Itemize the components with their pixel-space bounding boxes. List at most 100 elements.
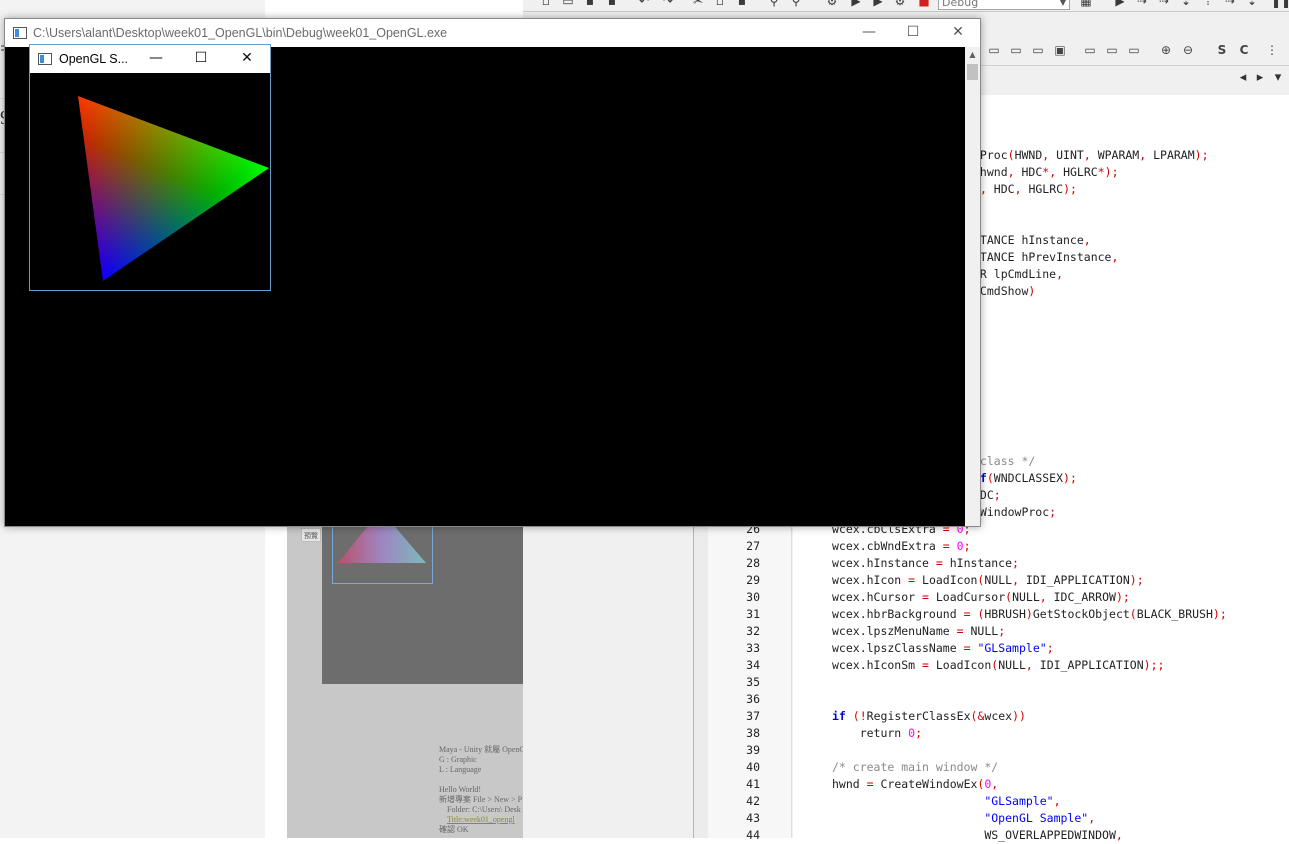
- opengl-title: OpenGL S...: [59, 52, 129, 66]
- code-line: if (!RegisterClassEx(&wcex)): [832, 709, 1026, 723]
- tab-scroll-right-icon[interactable]: ▸: [1251, 66, 1269, 90]
- cut-icon[interactable]: ✂: [691, 0, 705, 8]
- redo-icon[interactable]: ↷: [661, 0, 675, 8]
- doc-line: Hello World!: [439, 785, 482, 794]
- symbol-s-icon[interactable]: S: [1214, 42, 1230, 58]
- opengl-maximize-button[interactable]: ☐: [178, 45, 224, 73]
- console-app-icon: [13, 27, 27, 39]
- ide-toolbar-second: ▭ ▭ ▭ ▣ ▭ ▭ ▭ ⊕ ⊖ S C ⋮: [964, 38, 1289, 63]
- doc-line: L : Language: [439, 765, 482, 774]
- code-line-partial: ), HDC, HGLRC);: [973, 182, 1077, 196]
- code-line: WS_OVERLAPPEDWINDOW,: [832, 828, 1123, 842]
- line-number: 42: [746, 794, 760, 808]
- doc-line: [439, 775, 527, 785]
- console-maximize-button[interactable]: ☐: [890, 19, 936, 47]
- code-line: /* create main window */: [832, 760, 999, 774]
- zoom-in-icon[interactable]: ⊕: [1158, 42, 1174, 58]
- stream-comment-icon[interactable]: ▣: [1052, 42, 1068, 58]
- open-folder-icon[interactable]: ▭: [561, 0, 575, 8]
- code-line: wcex.lpszClassName = "GLSample";: [832, 641, 1054, 655]
- line-number: 30: [746, 590, 760, 604]
- box-comment-icon[interactable]: ▭: [1126, 42, 1142, 58]
- uncomment-block-icon[interactable]: ▭: [1008, 42, 1024, 58]
- scroll-thumb[interactable]: [967, 64, 978, 80]
- box-comment-icon[interactable]: ▭: [1104, 42, 1120, 58]
- opengl-canvas[interactable]: [30, 73, 270, 290]
- next-line-icon[interactable]: ⇢: [1157, 0, 1171, 8]
- line-number: 44: [746, 828, 760, 842]
- abort-icon[interactable]: ■: [917, 0, 931, 8]
- save-all-icon[interactable]: ▪: [605, 0, 619, 8]
- opengl-app-icon: [38, 53, 52, 65]
- replace-icon[interactable]: ⚲: [789, 0, 803, 8]
- more-icon[interactable]: ⋮: [1264, 42, 1280, 58]
- build-target-select[interactable]: Debug ▼: [938, 0, 1070, 10]
- opengl-close-button[interactable]: ✕: [224, 45, 270, 73]
- target-dialog-icon[interactable]: ▦: [1079, 0, 1093, 8]
- paste-icon[interactable]: ▪: [735, 0, 749, 8]
- code-line: wcex.hCursor = LoadCursor(NULL, IDC_ARRO…: [832, 590, 1130, 604]
- scroll-up-icon[interactable]: ▲: [965, 47, 980, 63]
- preview-button[interactable]: 預覽: [301, 528, 321, 542]
- next-instruction-icon[interactable]: ⇢: [1223, 0, 1237, 8]
- console-title: C:\Users\alant\Desktop\week01_OpenGL\bin…: [33, 26, 448, 40]
- debug-run-icon[interactable]: ▶: [1113, 0, 1127, 8]
- opengl-minimize-button[interactable]: —: [133, 45, 179, 73]
- line-number: 40: [746, 760, 760, 774]
- code-line: "GLSample",: [984, 794, 1061, 808]
- console-scrollbar[interactable]: ▲: [965, 47, 980, 526]
- code-line: hwnd = CreateWindowEx(0,: [832, 777, 999, 791]
- chevron-down-icon: ▼: [1059, 0, 1066, 7]
- toggle-comment-icon[interactable]: ▭: [1030, 42, 1046, 58]
- find-icon[interactable]: ⚲: [767, 0, 781, 8]
- ide-toolbar-top: ▫ ▭ ▪ ▪ ↶ ↷ ✂ ▫ ▪ ⚲ ⚲ ⚙ ▶ ▶ ⚙ ■ Debug ▼ …: [523, 0, 1289, 12]
- doc-line: Folder: C:\Users\ Desk: [447, 805, 521, 814]
- zoom-out-icon[interactable]: ⊖: [1180, 42, 1196, 58]
- console-close-button[interactable]: ✕: [935, 19, 981, 47]
- doc-line: G : Graphic: [439, 755, 477, 764]
- undo-icon[interactable]: ↶: [637, 0, 651, 8]
- step-instruction-icon[interactable]: ⇣: [1245, 0, 1259, 8]
- tab-list-icon[interactable]: ▾: [1269, 66, 1287, 90]
- console-minimize-button[interactable]: —: [846, 19, 892, 47]
- document-text: Maya - Unity 就屬 OpenGL G : Graphic L : L…: [439, 745, 527, 835]
- symbol-c-icon[interactable]: C: [1236, 42, 1252, 58]
- code-line-partial: STANCE hInstance,: [973, 233, 1091, 247]
- step-into-icon[interactable]: ⇣: [1179, 0, 1193, 8]
- comment-block-icon[interactable]: ▭: [986, 42, 1002, 58]
- code-line: wcex.hIcon = LoadIcon(NULL, IDI_APPLICAT…: [832, 573, 1144, 587]
- step-out-icon[interactable]: ⇡: [1201, 0, 1215, 8]
- build-run-icon[interactable]: ▶: [871, 0, 885, 8]
- run-icon[interactable]: ▶: [849, 0, 863, 8]
- save-icon[interactable]: ▪: [583, 0, 597, 8]
- build-gear-icon[interactable]: ⚙: [825, 0, 839, 8]
- line-number: 35: [746, 675, 760, 689]
- opengl-titlebar[interactable]: OpenGL S... — ☐ ✕: [30, 45, 270, 73]
- doc-line: 確認 OK: [439, 825, 469, 834]
- code-line: return 0;: [832, 726, 923, 740]
- console-titlebar[interactable]: C:\Users\alant\Desktop\week01_OpenGL\bin…: [5, 19, 980, 47]
- line-number: 41: [746, 777, 760, 791]
- code-line: wcex.cbWndExtra = 0;: [832, 539, 971, 553]
- new-file-icon[interactable]: ▫: [539, 0, 553, 8]
- pause-icon[interactable]: ❚❚: [1271, 0, 1289, 8]
- editor-tabbar: ◂ ▸ ▾: [964, 65, 1289, 92]
- line-number: 27: [746, 539, 760, 553]
- code-line-partial: TR lpCmdLine,: [973, 267, 1064, 281]
- run-to-cursor-icon[interactable]: ⇢: [1135, 0, 1149, 8]
- code-line: wcex.hInstance = hInstance;: [832, 556, 1019, 570]
- copy-icon[interactable]: ▫: [713, 0, 727, 8]
- line-number: 37: [746, 709, 760, 723]
- line-number: 33: [746, 641, 760, 655]
- document-triangle-image: [338, 521, 426, 563]
- code-line: wcex.hIconSm = LoadIcon(NULL, IDI_APPLIC…: [832, 658, 1165, 672]
- line-number: 34: [746, 658, 760, 672]
- line-number: 31: [746, 607, 760, 621]
- code-line-partial: STANCE hPrevInstance,: [973, 250, 1119, 264]
- code-line: wcex.lpszMenuName = NULL;: [832, 624, 1006, 638]
- tab-scroll-left-icon[interactable]: ◂: [1234, 66, 1252, 90]
- code-line-partial: of(WNDCLASSEX);: [973, 471, 1077, 485]
- doc-line: 新增專案 File > New > P: [439, 795, 523, 804]
- rebuild-icon[interactable]: ⚙: [893, 0, 907, 8]
- box-comment-icon[interactable]: ▭: [1082, 42, 1098, 58]
